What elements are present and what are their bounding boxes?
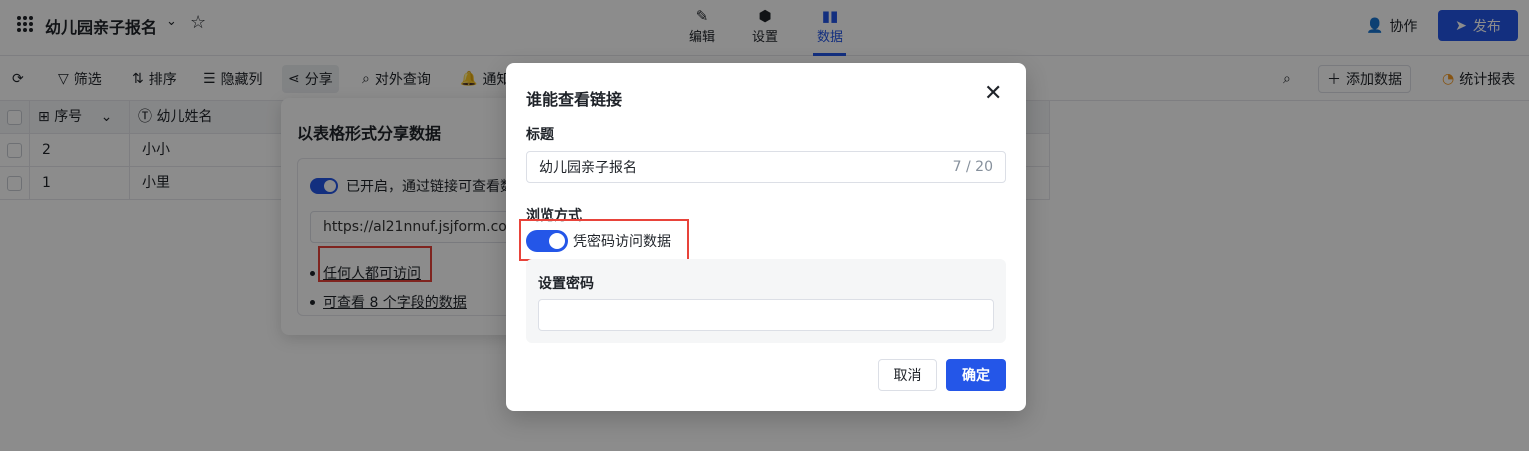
password-access-label: 凭密码访问数据 <box>573 234 671 250</box>
char-counter: 7 / 20 <box>952 159 993 175</box>
title-field-label: 标题 <box>526 127 554 143</box>
set-password-label: 设置密码 <box>538 276 594 292</box>
cancel-button[interactable]: 取消 <box>878 359 937 391</box>
password-section: 设置密码 <box>526 259 1006 343</box>
password-access-toggle[interactable] <box>526 230 568 252</box>
dialog-title: 谁能查看链接 <box>526 90 623 109</box>
confirm-button[interactable]: 确定 <box>946 359 1006 391</box>
title-input-value: 幼儿园亲子报名 <box>539 160 637 176</box>
password-input[interactable] <box>538 299 994 331</box>
title-input[interactable]: 幼儿园亲子报名 7 / 20 <box>526 151 1006 183</box>
link-access-dialog: 谁能查看链接 ✕ 标题 幼儿园亲子报名 7 / 20 浏览方式 凭密码访问数据 … <box>506 63 1026 411</box>
close-icon[interactable]: ✕ <box>984 83 1002 105</box>
